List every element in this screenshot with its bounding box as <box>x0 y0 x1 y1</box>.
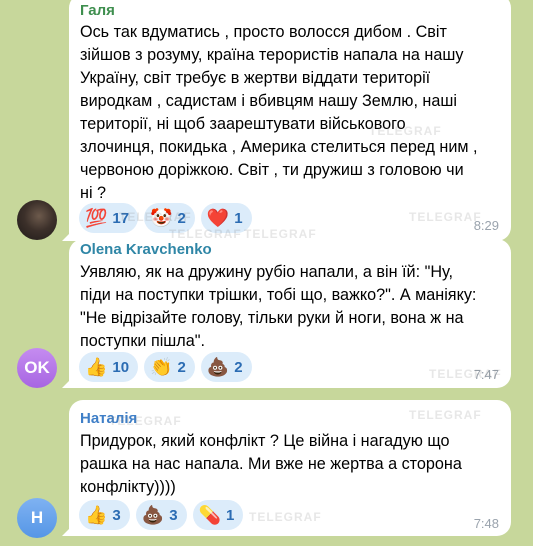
thumbs-up-icon: 👍 <box>85 357 108 377</box>
watermark: TELEGRAF <box>409 408 482 422</box>
reactions: 👍 3 💩 3 💊 1 <box>79 500 244 530</box>
watermark: TELEGRAF <box>119 210 192 224</box>
watermark: TELEGRAF <box>409 210 482 224</box>
sender-name[interactable]: Olena Kravchenko <box>80 241 212 258</box>
watermark: TELEGRAF <box>244 227 317 241</box>
message-text: Ось так вдуматись , просто волосся дибом… <box>80 23 478 202</box>
poop-icon: 💩 <box>206 357 230 377</box>
avatar[interactable]: OK <box>17 348 57 388</box>
chat-view: Галя Ось так вдуматись , просто волосся … <box>0 0 533 546</box>
message-time: 7:48 <box>473 516 499 531</box>
reaction-pill[interactable]: 💊 1 <box>192 500 244 530</box>
watermark: TELEGRAF <box>369 124 442 138</box>
message-text: Придурок, який конфлікт ? Це війна і наг… <box>80 432 462 496</box>
hundred-icon: 💯 <box>85 208 108 228</box>
clap-icon: 👏 <box>150 357 173 377</box>
poop-icon: 💩 <box>141 505 165 525</box>
watermark: TELEGRAF <box>429 367 502 381</box>
heart-icon: ❤️ <box>206 208 230 228</box>
avatar[interactable]: Н <box>17 498 57 538</box>
message-bubble[interactable]: Галя Ось так вдуматись , просто волосся … <box>62 0 511 241</box>
sender-name[interactable]: Галя <box>80 2 115 19</box>
reaction-poop[interactable]: 💩 2 <box>200 352 252 382</box>
message-bubble[interactable]: Наталія Придурок, який конфлікт ? Це вій… <box>62 400 511 536</box>
reaction-thumbs-up[interactable]: 👍 3 <box>79 500 130 530</box>
reaction-clap[interactable]: 👏 2 <box>144 352 195 382</box>
pill-icon: 💊 <box>198 505 221 525</box>
message-text: Уявляю, як на дружину рубіо напали, а ві… <box>80 263 477 350</box>
avatar[interactable] <box>17 200 57 240</box>
watermark: TELEGRAF <box>169 227 242 241</box>
message-bubble[interactable]: Olena Kravchenko Уявляю, як на дружину р… <box>62 227 511 388</box>
watermark: TELEGRAF <box>249 510 322 524</box>
thumbs-up-icon: 👍 <box>85 505 108 525</box>
reactions: 👍 10 👏 2 💩 2 <box>79 352 252 382</box>
reaction-poop[interactable]: 💩 3 <box>135 500 187 530</box>
reaction-thumbs-up[interactable]: 👍 10 <box>79 352 139 382</box>
watermark: TELEGRAF <box>109 414 182 428</box>
